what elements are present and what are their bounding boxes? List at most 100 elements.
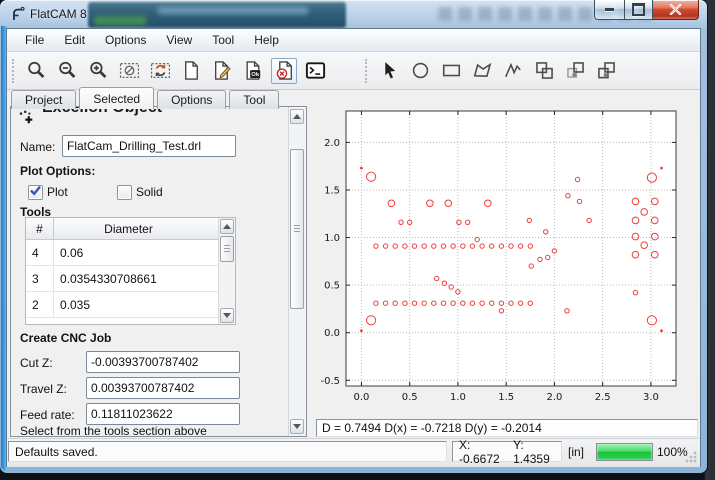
scrollbar-thumb[interactable] bbox=[290, 149, 304, 309]
circle-tool-button[interactable] bbox=[407, 58, 433, 84]
plot-checkbox-label[interactable]: Plot bbox=[47, 185, 68, 199]
panel-scrollbar[interactable] bbox=[288, 107, 306, 436]
resize-grip[interactable] bbox=[685, 451, 697, 463]
save-ok-icon: Ok bbox=[243, 60, 264, 81]
zoom-in-button[interactable] bbox=[85, 58, 111, 84]
pointer-icon bbox=[379, 60, 400, 81]
scroll-down-button[interactable] bbox=[290, 419, 304, 434]
close-button[interactable] bbox=[653, 0, 699, 20]
tab-selected[interactable]: Selected bbox=[79, 87, 154, 109]
progress-percent-label: 100% bbox=[657, 445, 688, 459]
tool-diameter: 0.06 bbox=[54, 240, 203, 265]
progress-bar-fill bbox=[597, 444, 652, 460]
name-input[interactable] bbox=[62, 135, 236, 157]
travel-z-input[interactable] bbox=[86, 377, 240, 399]
solid-checkbox[interactable] bbox=[117, 185, 132, 200]
travel-z-label: Travel Z: bbox=[20, 382, 67, 396]
delete-object-button[interactable] bbox=[271, 58, 297, 84]
scrollbar-thumb[interactable] bbox=[220, 236, 234, 262]
measurement-readout: D = 0.7494 D(x) = -0.7218 D(y) = -0.2014 bbox=[316, 419, 698, 437]
feed-rate-input[interactable] bbox=[86, 403, 240, 425]
zoom-fit-button[interactable] bbox=[23, 58, 49, 84]
tab-bar: Project Selected Options Tool bbox=[11, 88, 282, 109]
tab-tool[interactable]: Tool bbox=[229, 90, 279, 109]
menu-edit[interactable]: Edit bbox=[54, 30, 95, 50]
move-objects-button[interactable] bbox=[593, 58, 619, 84]
polygon-tool-button[interactable] bbox=[469, 58, 495, 84]
tool-diameter: 0.0354330708661 bbox=[54, 266, 203, 291]
cnc-section-title: Create CNC Job bbox=[20, 331, 111, 345]
tools-hint-text: Select from the tools section above bbox=[20, 424, 207, 437]
table-scrollbar[interactable] bbox=[218, 218, 235, 324]
svg-text:1.5: 1.5 bbox=[498, 392, 514, 403]
tools-table[interactable]: # Diameter 4 0.06 3 0.0354330708661 2 0.… bbox=[25, 217, 236, 325]
close-icon bbox=[669, 4, 682, 15]
scroll-up-button[interactable] bbox=[220, 219, 234, 234]
new-project-button[interactable] bbox=[178, 58, 204, 84]
solid-checkbox-label[interactable]: Solid bbox=[136, 185, 163, 199]
svg-text:1.0: 1.0 bbox=[324, 233, 340, 244]
rectangle-tool-button[interactable] bbox=[438, 58, 464, 84]
distance-readout-text: D = 0.7494 D(x) = -0.7218 D(y) = -0.2014 bbox=[322, 421, 542, 435]
polygon-tool-icon bbox=[472, 60, 493, 81]
clear-plot-button[interactable] bbox=[116, 58, 142, 84]
polyline-tool-button[interactable] bbox=[500, 58, 526, 84]
svg-text:0.5: 0.5 bbox=[324, 281, 340, 292]
column-header-diameter[interactable]: Diameter bbox=[54, 218, 203, 239]
toolbar-drag-handle[interactable] bbox=[12, 59, 17, 83]
tool-number: 3 bbox=[26, 266, 54, 291]
edit-object-icon bbox=[212, 60, 233, 81]
svg-text:-0.5: -0.5 bbox=[320, 376, 340, 387]
shell-icon bbox=[305, 60, 326, 81]
menu-options[interactable]: Options bbox=[95, 30, 156, 50]
progress-bar bbox=[596, 443, 653, 461]
arrow-down-icon bbox=[293, 424, 301, 429]
tool-number: 4 bbox=[26, 240, 54, 265]
plot-checkbox[interactable] bbox=[28, 185, 43, 200]
pointer-tool-button[interactable] bbox=[376, 58, 402, 84]
shell-button[interactable] bbox=[302, 58, 328, 84]
table-row[interactable]: 3 0.0354330708661 bbox=[26, 266, 235, 292]
tab-options[interactable]: Options bbox=[157, 90, 226, 109]
excellon-scatter-plot[interactable]: 0.00.51.01.52.02.53.0-0.50.00.51.01.52.0 bbox=[315, 92, 697, 415]
table-row[interactable]: 2 0.035 bbox=[26, 292, 235, 318]
tool-diameter: 0.035 bbox=[54, 292, 203, 317]
cut-z-input[interactable] bbox=[86, 351, 240, 373]
save-ok-button[interactable]: Ok bbox=[240, 58, 266, 84]
draw-toolbar-group bbox=[360, 56, 624, 86]
tab-project[interactable]: Project bbox=[11, 90, 76, 109]
excellon-object-icon bbox=[18, 109, 35, 126]
arrow-down-icon bbox=[223, 313, 231, 318]
zoom-out-button[interactable] bbox=[54, 58, 80, 84]
copy-objects-button[interactable] bbox=[531, 58, 557, 84]
edit-object-button[interactable] bbox=[209, 58, 235, 84]
application-window: FlatCAM 8 File Edit Options View Tool He… bbox=[0, 0, 707, 473]
column-header-number[interactable]: # bbox=[26, 218, 54, 239]
clear-plot-icon bbox=[119, 60, 140, 81]
title-bar[interactable]: FlatCAM 8 bbox=[0, 0, 707, 29]
units-label: [in] bbox=[568, 445, 584, 459]
menu-help[interactable]: Help bbox=[244, 30, 289, 50]
scroll-up-button[interactable] bbox=[290, 109, 304, 124]
menu-file[interactable]: File bbox=[15, 30, 54, 50]
scroll-down-button[interactable] bbox=[220, 308, 234, 323]
zoom-in-icon bbox=[88, 60, 109, 81]
plot-canvas[interactable]: 0.00.51.01.52.02.53.0-0.50.00.51.01.52.0 bbox=[315, 92, 697, 415]
svg-text:2.5: 2.5 bbox=[595, 392, 611, 403]
toolbar: Ok bbox=[7, 52, 700, 90]
toolbar-drag-handle[interactable] bbox=[365, 59, 370, 83]
svg-text:3.0: 3.0 bbox=[643, 392, 659, 403]
cursor-x: X: -0.6672 bbox=[459, 438, 505, 466]
tools-table-header: # Diameter bbox=[26, 218, 235, 240]
table-row[interactable]: 4 0.06 bbox=[26, 240, 235, 266]
tool-number: 2 bbox=[26, 292, 54, 317]
minimize-button[interactable] bbox=[594, 0, 625, 20]
replot-button[interactable] bbox=[147, 58, 173, 84]
duplicate-objects-icon bbox=[565, 60, 586, 81]
minimize-icon bbox=[605, 8, 614, 11]
menu-view[interactable]: View bbox=[156, 30, 202, 50]
menu-tool[interactable]: Tool bbox=[202, 30, 244, 50]
svg-text:0.5: 0.5 bbox=[402, 392, 418, 403]
maximize-button[interactable] bbox=[625, 0, 653, 20]
duplicate-objects-button[interactable] bbox=[562, 58, 588, 84]
